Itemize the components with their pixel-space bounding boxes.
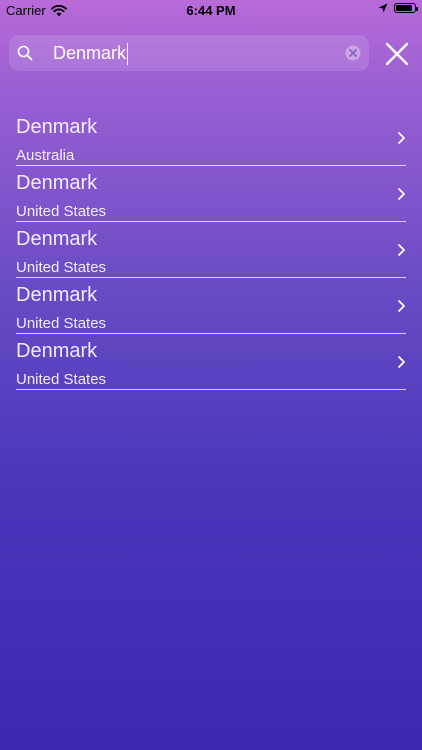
text-caret xyxy=(127,43,129,66)
result-title: Denmark xyxy=(16,228,98,250)
battery-icon xyxy=(394,3,418,13)
result-subtitle: United States xyxy=(16,371,107,388)
close-icon[interactable] xyxy=(383,40,411,68)
result-subtitle: United States xyxy=(16,203,107,220)
search-input[interactable]: Denmark xyxy=(53,35,129,71)
status-right xyxy=(378,3,418,13)
result-title: Denmark xyxy=(16,340,98,362)
result-row[interactable]: Denmark United States xyxy=(16,278,406,334)
search-bar[interactable]: Denmark xyxy=(9,35,369,71)
chevron-right-icon xyxy=(398,300,405,312)
location-arrow-icon xyxy=(378,3,388,13)
result-title: Denmark xyxy=(16,284,98,306)
status-time: 6:44 PM xyxy=(186,3,236,18)
result-subtitle: United States xyxy=(16,315,107,332)
clear-icon[interactable] xyxy=(345,45,361,61)
chevron-right-icon xyxy=(398,132,405,144)
status-bar: Carrier 6:44 PM xyxy=(0,0,422,22)
chevron-right-icon xyxy=(398,356,405,368)
result-subtitle: Australia xyxy=(16,147,75,164)
result-row[interactable]: Denmark Australia xyxy=(16,110,406,166)
result-title: Denmark xyxy=(16,116,98,138)
search-value: Denmark xyxy=(53,43,127,63)
battery-level xyxy=(396,5,413,11)
result-row[interactable]: Denmark United States xyxy=(16,166,406,222)
result-title: Denmark xyxy=(16,172,98,194)
chevron-right-icon xyxy=(398,244,405,256)
result-subtitle: United States xyxy=(16,259,107,276)
search-icon xyxy=(17,45,33,61)
result-row[interactable]: Denmark United States xyxy=(16,334,406,390)
results-list: Denmark Australia Denmark United States … xyxy=(16,110,406,390)
result-row[interactable]: Denmark United States xyxy=(16,222,406,278)
chevron-right-icon xyxy=(398,188,405,200)
